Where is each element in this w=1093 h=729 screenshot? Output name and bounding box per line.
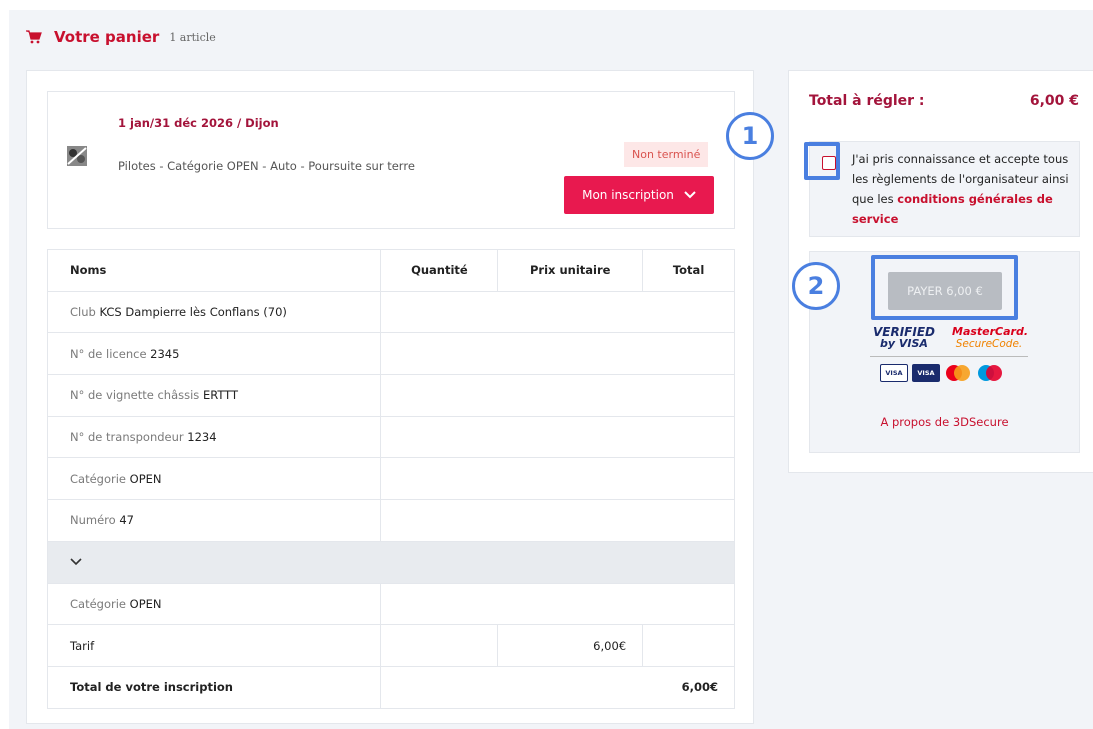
total-row: Total de votre inscription 6,00€	[46, 665, 735, 709]
mon-inscription-button[interactable]: Mon inscription	[564, 176, 714, 214]
annotation-box-checkbox	[804, 142, 840, 180]
expand-row[interactable]	[47, 540, 735, 584]
mc-line2: SecureCode.	[955, 338, 1023, 350]
total-label: Total de votre inscription	[46, 665, 382, 709]
card-logos: VISA VISA	[880, 364, 1004, 382]
table-row: N° de vignette châssis ERTTT	[46, 374, 735, 417]
maestro-card-icon	[978, 365, 1002, 381]
mastercard-securecode-logo: MasterCard. SecureCode.	[952, 325, 1029, 351]
row-value: OPEN	[129, 596, 162, 611]
event-logo-icon	[67, 146, 87, 166]
annotation-marker-1: 1	[726, 112, 774, 160]
row-value: ERTTT	[202, 388, 239, 403]
verified-line2: by VISA	[880, 337, 928, 350]
row-value: KCS Dampierre lès Conflans (70)	[99, 305, 287, 320]
status-badge: Non terminé	[624, 142, 709, 167]
cart-item-count: 1 article	[169, 30, 216, 44]
row-label: Numéro	[70, 513, 116, 528]
event-card: 1 jan/31 déc 2026 / Dijon Pilotes - Caté…	[47, 91, 735, 229]
mc-line1: MasterCard.	[952, 325, 1029, 338]
order-items-table: Noms Quantité Prix unitaire Total Club K…	[46, 249, 735, 709]
annotation-box-pay-button	[871, 255, 1018, 320]
mon-inscription-label: Mon inscription	[582, 188, 674, 202]
table-row: Catégorie OPEN	[46, 457, 735, 501]
total-value: 6,00€	[380, 665, 735, 709]
table-row: Catégorie OPEN	[46, 582, 735, 626]
total-to-pay-value: 6,00 €	[1029, 93, 1079, 109]
3dsecure-info-link[interactable]: A propos de 3DSecure	[810, 415, 1079, 429]
tarif-unit-price: 6,00€	[497, 624, 644, 667]
table-row: N° de licence 2345	[46, 332, 735, 376]
annotation-marker-2: 2	[792, 262, 840, 310]
cart-title: Votre panier	[54, 28, 160, 46]
table-header-row: Noms Quantité Prix unitaire Total	[46, 249, 735, 292]
column-header-quantity: Quantité	[380, 249, 499, 292]
terms-text: J'ai pris connaissance et accepte tous l…	[852, 149, 1072, 229]
cart-main-panel: 1 jan/31 déc 2026 / Dijon Pilotes - Caté…	[26, 70, 754, 724]
row-label: N° de vignette châssis	[70, 388, 200, 403]
table-row: Numéro 47	[46, 499, 735, 542]
row-label: Catégorie	[70, 596, 126, 611]
table-row: N° de transpondeur 1234	[46, 415, 735, 459]
total-to-pay-label: Total à régler :	[809, 93, 925, 109]
tarif-row: Tarif 6,00€	[46, 624, 735, 667]
cart-header: Votre panier 1 article	[26, 28, 216, 46]
table-row: Club KCS Dampierre lès Conflans (70)	[46, 290, 735, 334]
mastercard-card-icon	[946, 365, 970, 381]
column-header-names: Noms	[46, 249, 382, 292]
chevron-down-icon	[684, 191, 696, 199]
brand-divider	[870, 356, 1028, 357]
event-date-location: 1 jan/31 déc 2026 / Dijon	[118, 116, 279, 130]
row-value: OPEN	[129, 471, 162, 486]
visa-card-icon: VISA	[880, 364, 908, 382]
visa-electron-card-icon: VISA	[912, 364, 940, 382]
row-label: N° de transpondeur	[70, 430, 184, 445]
row-value: 1234	[187, 430, 217, 445]
verified-by-visa-logo: VERIFIED by VISA	[872, 326, 936, 350]
tarif-label: Tarif	[46, 624, 382, 667]
row-value: 47	[119, 513, 134, 528]
chevron-down-icon[interactable]	[70, 558, 82, 566]
cart-icon	[26, 30, 42, 44]
terms-box: J'ai pris connaissance et accepte tous l…	[809, 141, 1080, 237]
row-value: 2345	[150, 346, 180, 361]
row-label: Club	[70, 305, 96, 320]
column-header-unit-price: Prix unitaire	[497, 249, 644, 292]
row-label: Catégorie	[70, 471, 126, 486]
event-description: Pilotes - Catégorie OPEN - Auto - Poursu…	[118, 159, 415, 173]
column-header-total: Total	[642, 249, 735, 292]
row-label: N° de licence	[70, 346, 147, 361]
